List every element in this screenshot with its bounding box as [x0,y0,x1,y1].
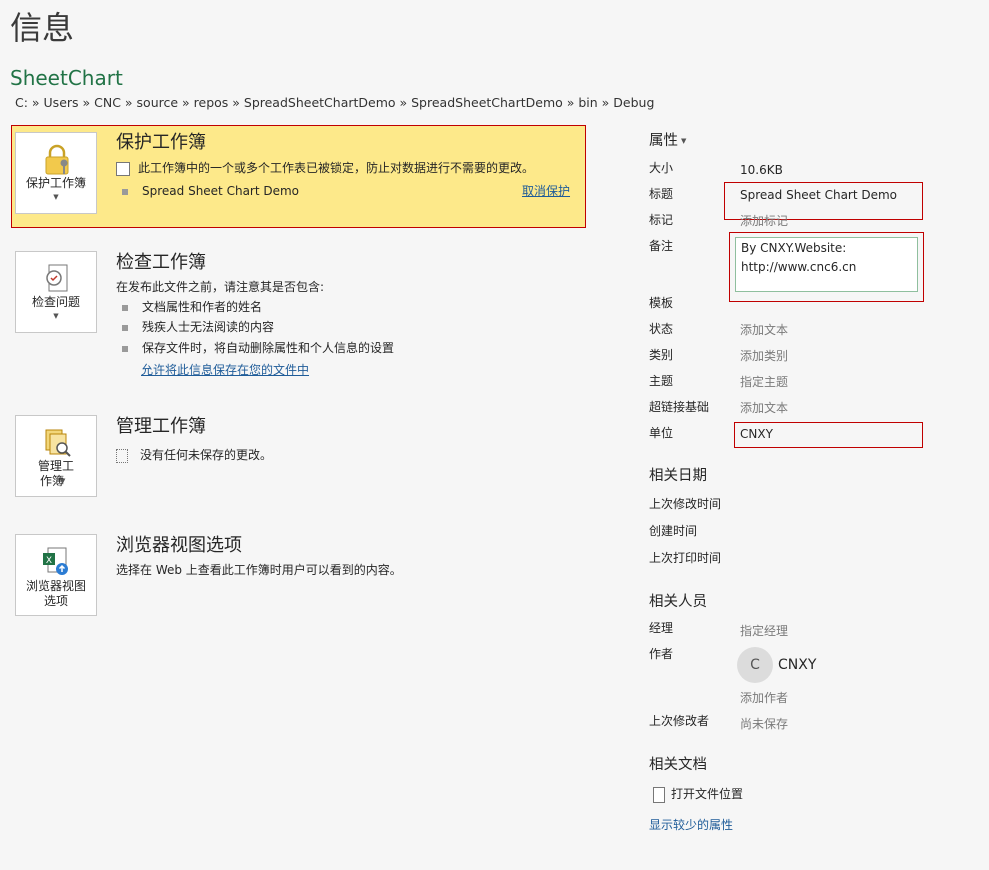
protected-sheet-item: Spread Sheet Chart Demo [122,182,299,200]
size-label: 大小 [649,161,674,175]
open-file-location-label: 打开文件位置 [671,787,744,801]
browser-view-label-2: 选项 [43,594,68,608]
bullet-icon [122,188,128,195]
file-icon [653,786,665,803]
show-fewer-properties-link[interactable]: 显示较少的属性 [649,816,733,833]
manager-field[interactable]: 指定经理 [740,623,788,639]
inspect-intro: 在发布此文件之前，请注意其是否包含: [116,280,325,294]
protected-sheet-name: Spread Sheet Chart Demo [142,184,300,198]
last-modified-by-value: 尚未保存 [740,717,789,731]
add-author-field[interactable]: 添加作者 [740,690,788,706]
document-icon [116,448,128,463]
excel-web-icon: X [43,547,68,575]
title-field[interactable]: Spread Sheet Chart Demo [740,187,897,203]
hyperlink-base-field[interactable]: 添加文本 [740,400,788,416]
lock-key-icon [45,144,69,175]
author-name[interactable]: CNXY [778,656,816,674]
company-field[interactable]: CNXY [740,426,773,442]
browser-view-options-button[interactable]: X 浏览器视图 选项 [15,534,97,616]
created-label: 创建时间 [649,524,698,538]
protect-message: 此工作簿中的一个或多个工作表已被锁定，防止对数据进行不需要的更改。 [138,161,535,175]
category-field[interactable]: 添加类别 [740,348,788,364]
last-modified-label: 上次修改时间 [649,497,722,511]
file-path-breadcrumb[interactable]: C: » Users » CNC » source » repos » Spre… [15,94,654,112]
protect-message-row: 此工作簿中的一个或多个工作表已被锁定，防止对数据进行不需要的更改。 [116,159,534,177]
manage-status: 没有任何未保存的更改。 [140,448,273,462]
protect-title: 保护工作簿 [116,132,206,153]
inspect-document-icon [46,264,68,292]
comments-label: 备注 [649,239,674,253]
last-printed-label: 上次打印时间 [649,551,722,565]
check-issues-label: 检查问题 [31,295,80,309]
check-issues-button[interactable]: 检查问题 ▼ [15,251,97,333]
protect-tile-label: 保护工作簿 [25,176,86,190]
tags-field[interactable]: 添加标记 [740,213,788,229]
template-label: 模板 [649,296,674,310]
manage-workbook-label-2: 作簿 [39,474,64,488]
subject-field[interactable]: 指定主题 [740,374,788,390]
tags-label: 标记 [649,213,674,227]
size-value: 10.6KB [740,163,783,177]
open-file-location-button[interactable]: 打开文件位置 [653,785,743,803]
chevron-down-icon: ▼ [53,193,59,201]
inspect-item: 保存文件时，将自动删除属性和个人信息的设置 [122,339,394,357]
manager-label: 经理 [649,621,674,635]
subject-label: 主题 [649,374,674,388]
browser-view-description: 选择在 Web 上查看此工作簿时用户可以看到的内容。 [116,563,402,577]
page-title: 信息 [10,9,75,47]
file-name: SheetChart [10,66,123,90]
inspect-item: 文档属性和作者的姓名 [122,298,262,316]
bullet-icon [122,324,128,331]
last-modified-by-label: 上次修改者 [649,714,710,728]
manage-workbook-label-1: 管理工 [37,459,74,473]
inspect-item: 残疾人士无法阅读的内容 [122,318,274,336]
category-label: 类别 [649,348,674,362]
manage-title: 管理工作簿 [116,416,206,437]
status-field[interactable]: 添加文本 [740,322,788,338]
properties-header[interactable]: 属性 ▼ [649,131,686,151]
hyperlink-base-label: 超链接基础 [649,400,710,414]
svg-text:X: X [46,556,52,566]
bullet-icon [122,304,128,311]
related-docs-header: 相关文档 [649,757,707,773]
related-dates-header: 相关日期 [649,468,707,484]
unprotect-link[interactable]: 取消保护 [522,182,570,199]
manage-versions-icon [45,429,71,457]
manage-status-row: 没有任何未保存的更改。 [116,446,272,464]
author-avatar[interactable]: C [737,647,773,683]
title-label: 标题 [649,187,674,201]
allow-save-info-link[interactable]: 允许将此信息保存在您的文件中 [141,361,309,378]
comments-textarea[interactable]: By CNXY.Website: http://www.cnc6.cn [735,237,918,292]
chevron-down-icon: ▼ [60,477,66,485]
related-people-header: 相关人员 [649,594,707,610]
browser-view-label-1: 浏览器视图 [25,579,86,593]
chevron-down-icon: ▼ [53,312,59,320]
sheet-lock-icon [116,161,130,176]
bullet-icon [122,345,128,352]
inspect-title: 检查工作簿 [116,252,206,273]
chevron-down-icon: ▼ [681,137,687,145]
protect-workbook-button[interactable]: 保护工作簿 ▼ [15,132,97,214]
browser-view-title: 浏览器视图选项 [116,535,242,556]
author-label: 作者 [649,647,674,661]
status-label: 状态 [649,322,674,336]
company-label: 单位 [649,426,674,440]
manage-workbook-button[interactable]: 管理工 作簿 ▼ [15,415,97,497]
